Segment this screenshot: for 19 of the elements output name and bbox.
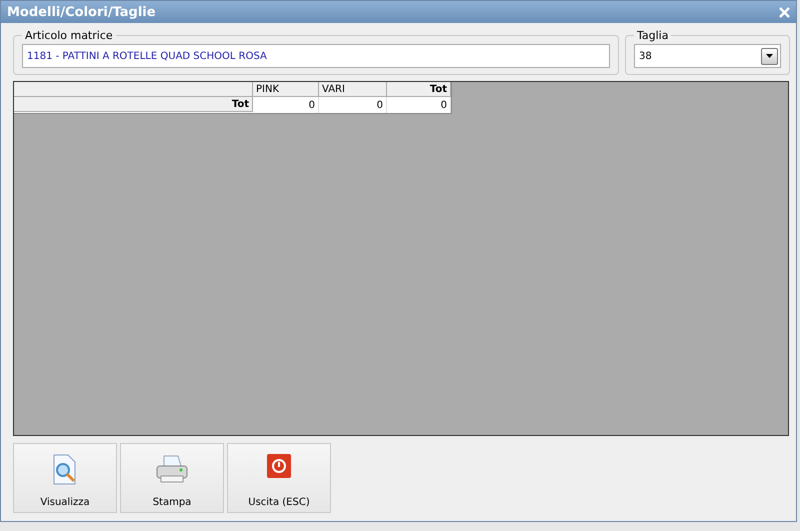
table-cell: 0 (387, 97, 451, 113)
column-header: PINK (253, 82, 319, 97)
column-header: VARI (319, 82, 387, 97)
dropdown-arrow-icon[interactable] (766, 54, 773, 58)
window-title: Modelli/Colori/Taglie (7, 4, 156, 20)
exit-button[interactable]: Uscita (ESC) (227, 443, 331, 513)
printer-icon (155, 454, 189, 484)
print-button[interactable]: Stampa (120, 443, 224, 513)
article-field[interactable]: 1181 - PATTINI A ROTELLE QUAD SCHOOL ROSA (22, 44, 610, 68)
row-header: Tot (14, 97, 253, 112)
table-cell: 0 (253, 97, 319, 113)
column-header: Tot (387, 82, 451, 97)
group-label: Articolo matrice (24, 29, 114, 42)
power-icon (267, 454, 291, 478)
group-label: Taglia (636, 29, 670, 42)
table-cell: 0 (319, 97, 387, 113)
preview-button[interactable]: Visualizza (13, 443, 117, 513)
close-icon[interactable] (779, 6, 790, 18)
size-dropdown[interactable]: 38 (634, 44, 781, 68)
